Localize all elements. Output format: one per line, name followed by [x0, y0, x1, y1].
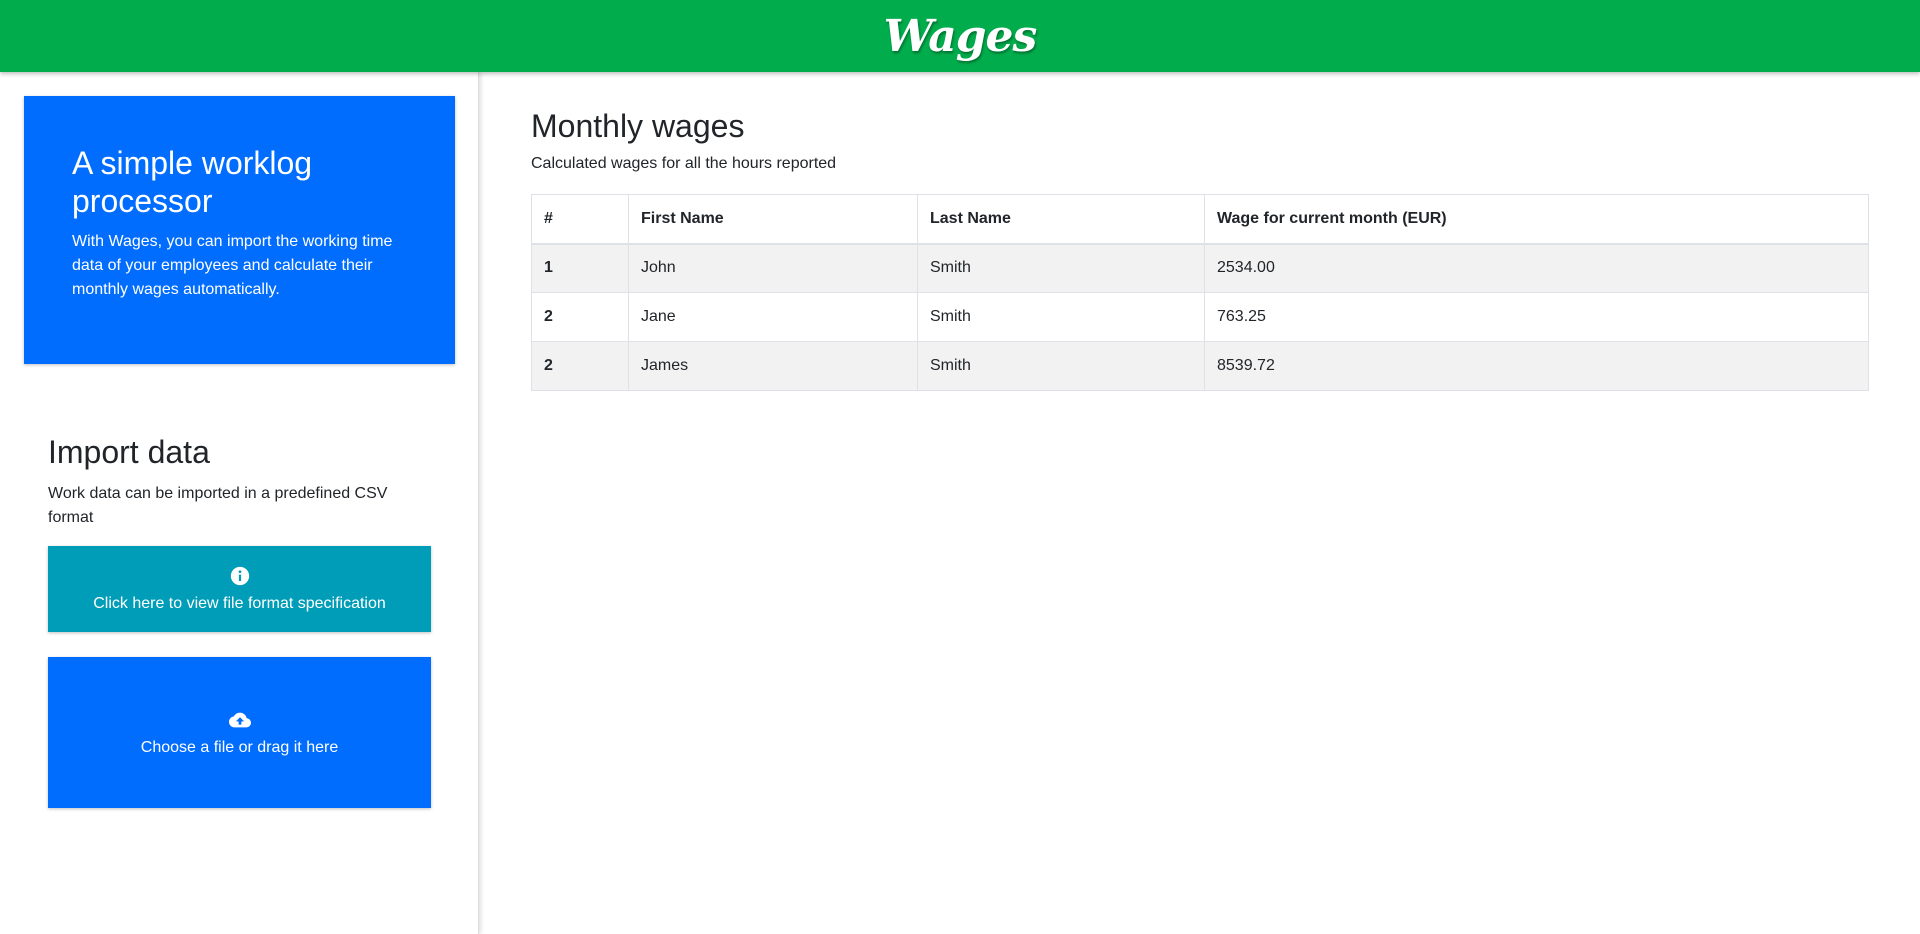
intro-title: A simple worklog processor	[72, 145, 313, 219]
upload-label: Choose a file or drag it here	[140, 738, 339, 756]
cell-last-name: Smith	[917, 341, 1205, 391]
cell-number: 2	[531, 341, 629, 391]
wages-table: # First Name Last Name Wage for current …	[531, 194, 1869, 391]
table-row: 1 John Smith 2534.00	[531, 243, 1869, 293]
app-header: Wages	[0, 0, 1920, 72]
intro-card: A simple worklog processor With Wages, y…	[24, 96, 455, 364]
cell-last-name: Smith	[917, 292, 1205, 342]
import-title: Import data	[48, 434, 210, 470]
page-subtitle: Calculated wages for all the hours repor…	[531, 155, 837, 172]
sidebar: A simple worklog processor With Wages, y…	[0, 72, 479, 934]
info-icon	[230, 566, 249, 586]
table-header-row: # First Name Last Name Wage for current …	[531, 194, 1869, 245]
main-content: Monthly wages Calculated wages for all t…	[531, 72, 1871, 391]
app-logo: Wages	[883, 10, 1038, 62]
cell-number: 2	[531, 292, 629, 342]
cell-wage: 8539.72	[1204, 341, 1869, 391]
cell-wage: 763.25	[1204, 292, 1869, 342]
cell-first-name: Jane	[628, 292, 918, 342]
table-row: 2 James Smith 8539.72	[531, 341, 1869, 391]
view-spec-button[interactable]: Click here to view file format specifica…	[48, 546, 431, 632]
cell-first-name: John	[628, 243, 918, 293]
intro-text: With Wages, you can import the working t…	[72, 233, 393, 298]
cell-first-name: James	[628, 341, 918, 391]
import-description: Work data can be imported in a predefine…	[48, 485, 388, 526]
view-spec-label: Click here to view file format specifica…	[93, 595, 386, 612]
header-last-name: Last Name	[917, 194, 1205, 245]
cell-last-name: Smith	[917, 243, 1205, 293]
cell-wage: 2534.00	[1204, 243, 1869, 293]
cloud-upload-icon	[228, 712, 251, 727]
page-title: Monthly wages	[531, 108, 745, 144]
file-upload-dropzone[interactable]: Choose a file or drag it here	[48, 657, 431, 808]
header-number: #	[531, 194, 629, 245]
header-first-name: First Name	[628, 194, 918, 245]
table-row: 2 Jane Smith 763.25	[531, 292, 1869, 342]
header-wage: Wage for current month (EUR)	[1204, 194, 1869, 245]
cell-number: 1	[531, 243, 629, 293]
